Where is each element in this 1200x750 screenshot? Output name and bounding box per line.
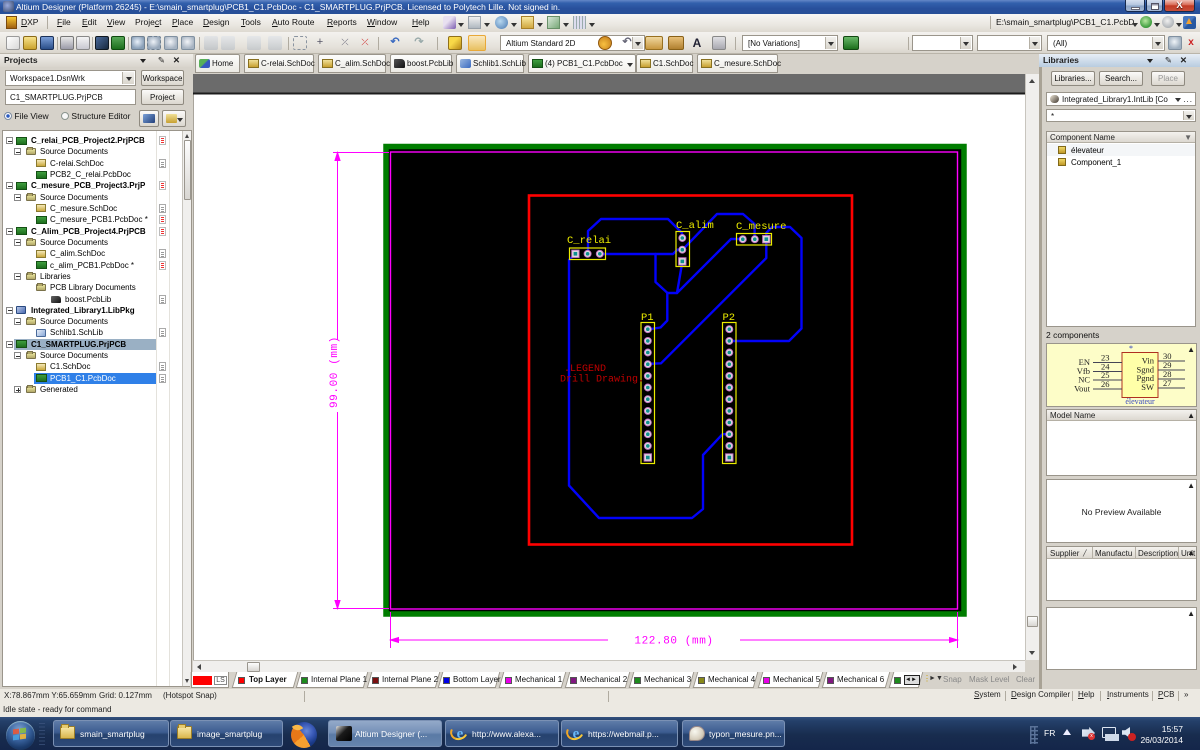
svg-text:99.00 (mm): 99.00 (mm) (329, 336, 341, 408)
svg-text:Drill Drawing.: Drill Drawing. (560, 374, 644, 386)
svg-text:élevateur: élevateur (1125, 397, 1155, 406)
svg-text:Vout: Vout (1074, 384, 1091, 394)
svg-text:C_relai: C_relai (567, 235, 611, 247)
svg-text:C_alim: C_alim (676, 220, 714, 232)
svg-text:SW: SW (1141, 382, 1154, 392)
svg-text:C_mesure: C_mesure (736, 221, 786, 233)
svg-text:122.80 (mm): 122.80 (mm) (634, 636, 713, 648)
svg-text:P2: P2 (723, 312, 736, 324)
svg-text:27: 27 (1163, 378, 1172, 388)
svg-text:P1: P1 (641, 312, 654, 324)
svg-text:26: 26 (1101, 379, 1110, 389)
svg-text:.LEGEND: .LEGEND (564, 364, 606, 375)
svg-text:*: * (1129, 344, 1133, 353)
